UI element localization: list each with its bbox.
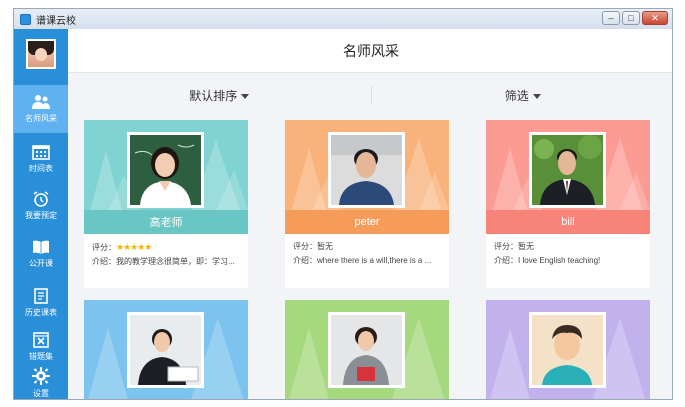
history-doc-icon: [34, 288, 48, 304]
teacher-card[interactable]: [84, 300, 248, 399]
intro-text: where there is a will,there is a ...: [317, 256, 432, 265]
intro-text: 我的教学理念很简单，即：学习...: [116, 257, 235, 266]
teacher-photo: [328, 312, 405, 388]
rating-line: 评分：暂无: [293, 240, 441, 254]
main-content: 名师风采 默认排序 筛选 高老师 评分：★★★★★ 介绍：我的教学理念很简单，即…: [68, 29, 673, 399]
sidebar-item-schedule[interactable]: 时间表: [14, 135, 68, 183]
card-banner: [84, 300, 248, 399]
teacher-card[interactable]: peter 评分：暂无 介绍：where there is a will,the…: [285, 120, 449, 288]
rating-label: 评分：: [494, 242, 518, 251]
rating-line: 评分：暂无: [494, 240, 642, 254]
teacher-card[interactable]: [486, 300, 650, 399]
sidebar-item-label: 名师风采: [25, 114, 57, 123]
page-title: 名师风采: [343, 42, 399, 59]
maximize-button[interactable]: □: [622, 11, 640, 25]
teacher-photo: [529, 132, 606, 208]
avatar[interactable]: [26, 39, 56, 69]
rating-label: 评分：: [92, 243, 116, 252]
window-title: 谱课云校: [36, 15, 76, 27]
app-window: 谱课云校 – □ ✕ 名师风采 时间表 我要预定 公开课 历史课表 错题集 设置…: [13, 8, 673, 400]
teacher-name: peter: [285, 210, 449, 234]
card-banner: [486, 300, 650, 399]
intro-label: 介绍：: [293, 256, 317, 265]
calendar-icon: [32, 145, 50, 160]
sidebar-item-label: 设置: [33, 389, 49, 398]
gear-icon: [32, 367, 50, 385]
sidebar-item-label: 我要预定: [25, 211, 57, 220]
chevron-down-icon: [241, 93, 250, 99]
sidebar: 名师风采 时间表 我要预定 公开课 历史课表 错题集 设置: [14, 29, 68, 399]
chevron-down-icon: [532, 93, 541, 99]
card-banner: bill: [486, 120, 650, 234]
intro-line: 介绍：我的教学理念很简单，即：学习...: [92, 255, 240, 269]
sidebar-item-label: 历史课表: [25, 308, 57, 317]
card-banner: 高老师: [84, 120, 248, 234]
card-banner: [285, 300, 449, 399]
sidebar-item-label: 公开课: [29, 259, 53, 268]
teacher-photo: [127, 312, 204, 388]
sidebar-item-settings[interactable]: 设置: [14, 363, 68, 399]
alarm-clock-icon: [33, 191, 49, 207]
teacher-card[interactable]: [285, 300, 449, 399]
sidebar-item-booking[interactable]: 我要预定: [14, 182, 68, 230]
sidebar-item-teachers[interactable]: 名师风采: [14, 85, 68, 133]
rating-line: 评分：★★★★★: [92, 240, 240, 255]
title-bar: 谱课云校 – □ ✕: [14, 9, 672, 29]
filter-dropdown[interactable]: 筛选: [372, 87, 673, 104]
teacher-name: bill: [486, 210, 650, 234]
sidebar-item-wrong-questions[interactable]: 错题集: [14, 327, 68, 367]
intro-line: 介绍：where there is a will,there is a ...: [293, 254, 441, 268]
teacher-name: 高老师: [84, 210, 248, 234]
book-icon: [33, 240, 49, 254]
card-banner: peter: [285, 120, 449, 234]
intro-label: 介绍：: [92, 257, 116, 266]
minimize-button[interactable]: –: [602, 11, 620, 25]
teachers-icon: [32, 95, 50, 109]
sidebar-item-open-class[interactable]: 公开课: [14, 230, 68, 278]
sidebar-item-label: 时间表: [29, 164, 53, 173]
sort-label: 默认排序: [189, 88, 238, 103]
page-header: 名师风采: [68, 29, 672, 73]
teacher-card[interactable]: bill 评分：暂无 介绍：I love English teaching!: [486, 120, 650, 288]
rating-value: 暂无: [518, 242, 534, 251]
teacher-photo: [127, 132, 204, 208]
sort-filter-bar: 默认排序 筛选: [68, 82, 673, 108]
teacher-photo: [328, 132, 405, 208]
sidebar-item-label: 错题集: [29, 352, 53, 361]
card-info: 评分：★★★★★ 介绍：我的教学理念很简单，即：学习...: [84, 234, 248, 288]
intro-text: I love English teaching!: [518, 256, 601, 265]
sort-dropdown[interactable]: 默认排序: [68, 87, 371, 104]
close-button[interactable]: ✕: [642, 11, 668, 25]
intro-label: 介绍：: [494, 256, 518, 265]
star-rating: ★★★★★: [116, 242, 152, 252]
sidebar-item-history[interactable]: 历史课表: [14, 279, 68, 327]
wrong-questions-icon: [33, 332, 49, 348]
intro-line: 介绍：I love English teaching!: [494, 254, 642, 268]
app-logo-icon: [20, 13, 31, 25]
teacher-card[interactable]: 高老师 评分：★★★★★ 介绍：我的教学理念很简单，即：学习...: [84, 120, 248, 288]
rating-label: 评分：: [293, 242, 317, 251]
default-avatar-photo: [529, 312, 606, 388]
rating-value: 暂无: [317, 242, 333, 251]
card-info: 评分：暂无 介绍：where there is a will,there is …: [285, 234, 449, 288]
filter-label: 筛选: [504, 88, 529, 103]
card-info: 评分：暂无 介绍：I love English teaching!: [486, 234, 650, 288]
